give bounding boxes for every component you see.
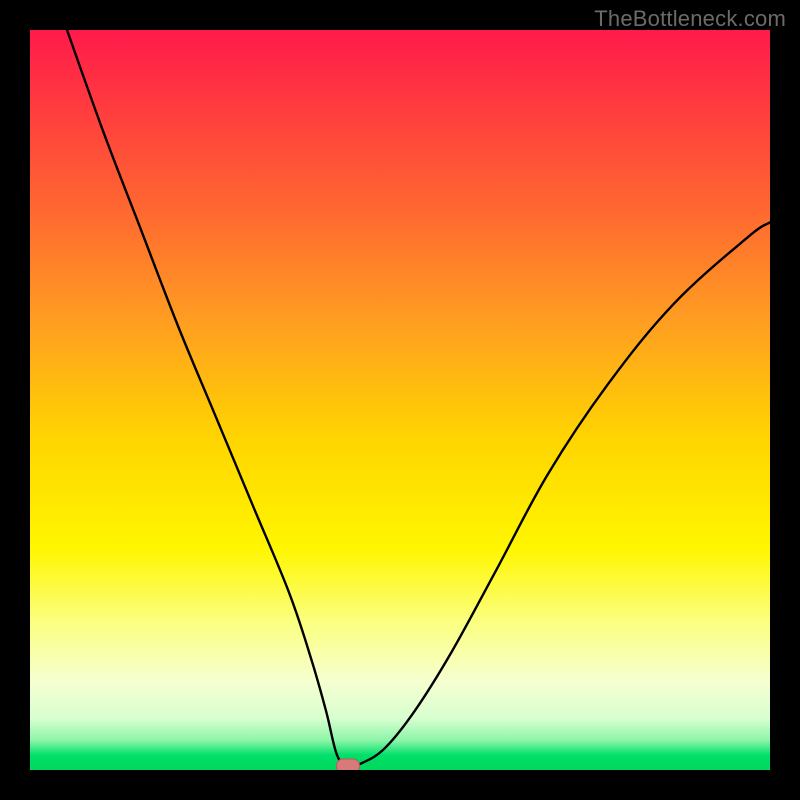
chart-frame: TheBottleneck.com — [0, 0, 800, 800]
watermark-text: TheBottleneck.com — [594, 6, 786, 32]
bottleneck-curve — [67, 30, 770, 767]
plot-area — [30, 30, 770, 770]
curve-layer — [30, 30, 770, 770]
optimal-point-marker — [336, 759, 360, 770]
